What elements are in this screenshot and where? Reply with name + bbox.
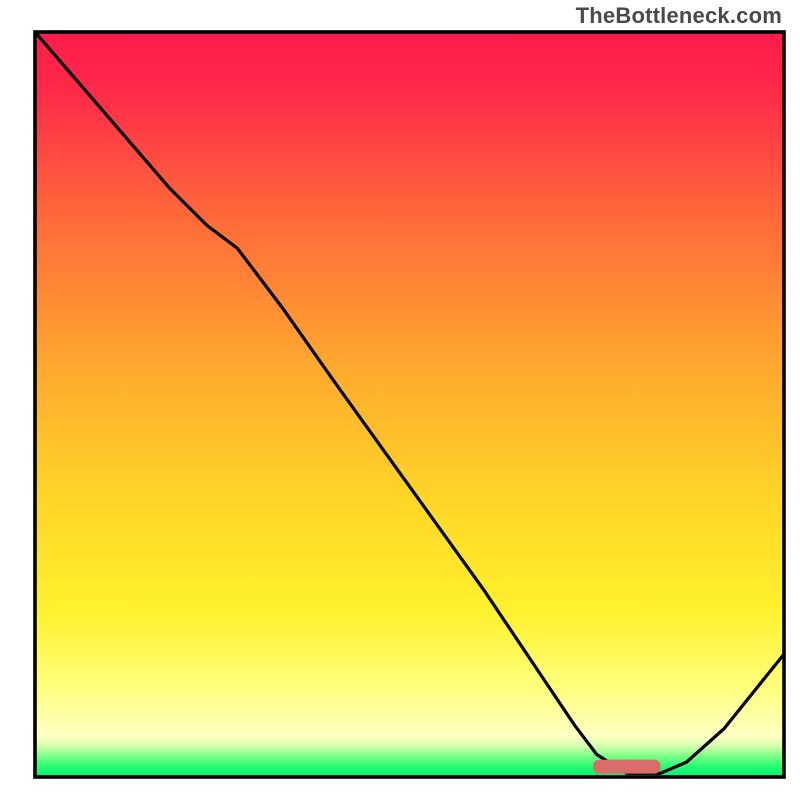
chart-container: TheBottleneck.com (0, 0, 800, 800)
bottleneck-chart (0, 0, 800, 800)
optimal-range-marker (593, 760, 660, 774)
plot-background (35, 32, 784, 777)
